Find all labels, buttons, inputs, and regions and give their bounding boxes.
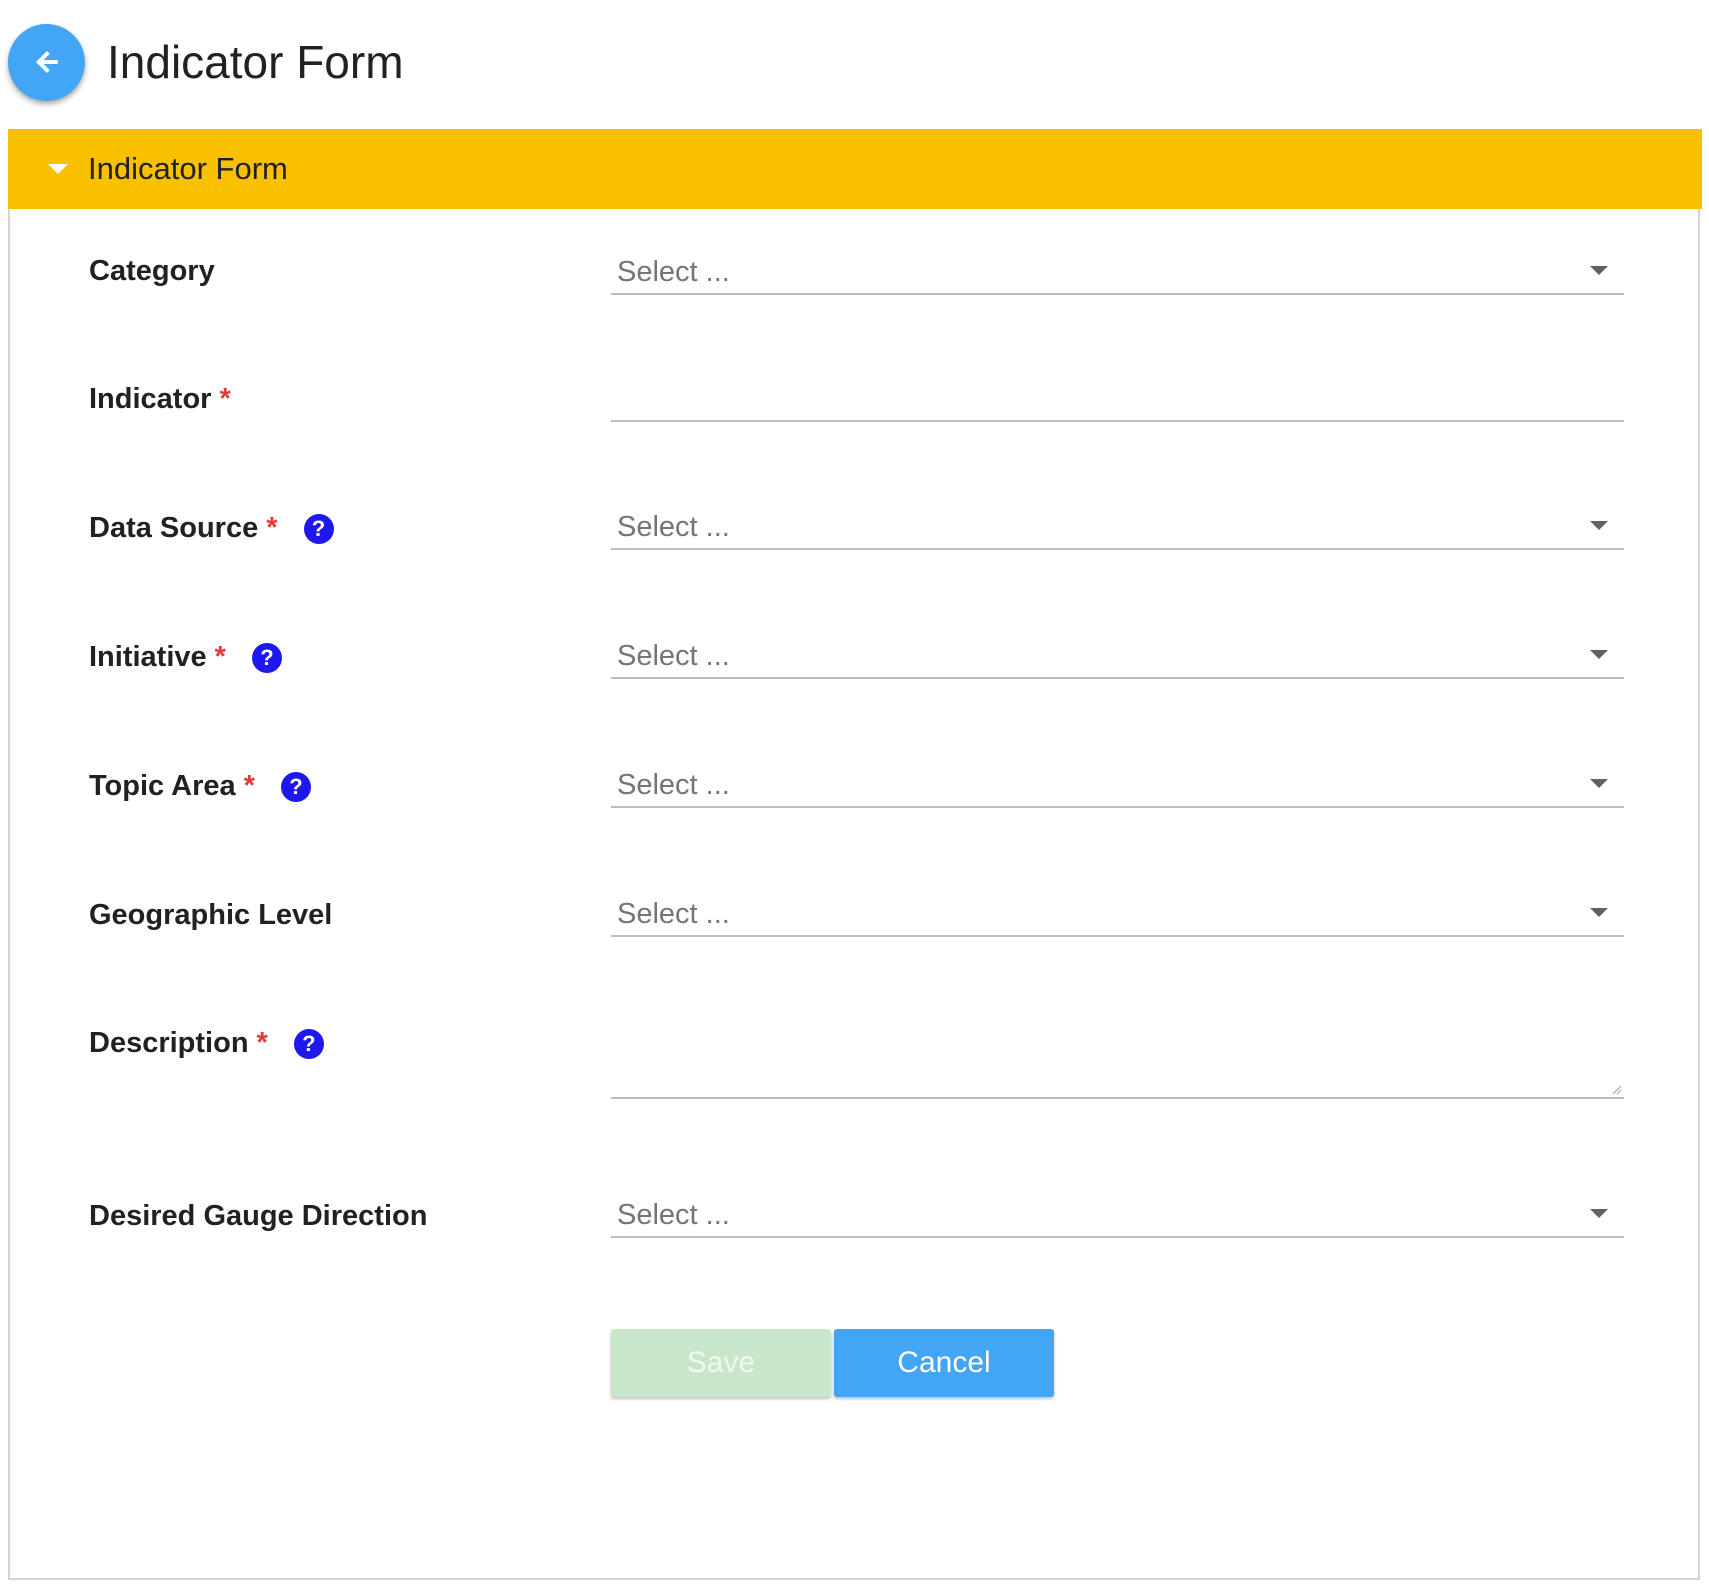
indicator-form-page: Indicator Form Indicator Form Category S…: [0, 0, 1709, 1588]
chevron-down-icon: [1590, 521, 1608, 530]
cancel-button[interactable]: Cancel: [834, 1329, 1054, 1397]
initiative-select[interactable]: Select ...: [611, 621, 1624, 679]
gauge-direction-select-placeholder: Select ...: [617, 1199, 730, 1231]
geographic-level-label-text: Geographic Level: [89, 899, 333, 931]
help-icon[interactable]: ?: [251, 642, 282, 673]
indicator-form-panel: Indicator Form Category Select ... Indic…: [8, 129, 1702, 1580]
description-label: Description * ?: [89, 1027, 324, 1060]
description-label-text: Description: [89, 1027, 249, 1059]
resize-grip-icon[interactable]: [1612, 1085, 1622, 1095]
page-header: Indicator Form: [8, 22, 404, 102]
data-source-label-text: Data Source: [89, 512, 259, 544]
gauge-direction-label: Desired Gauge Direction: [89, 1200, 427, 1233]
indicator-field[interactable]: [611, 364, 1628, 422]
description-textarea[interactable]: [611, 989, 1628, 1101]
data-source-select-placeholder: Select ...: [617, 511, 730, 543]
required-mark: *: [214, 641, 226, 673]
save-button[interactable]: Save: [611, 1329, 831, 1397]
indicator-label: Indicator *: [89, 383, 231, 416]
required-mark: *: [219, 383, 231, 415]
data-source-select[interactable]: Select ...: [611, 492, 1624, 550]
chevron-down-icon: [1590, 650, 1608, 659]
required-mark: *: [243, 770, 255, 802]
chevron-down-icon: [1590, 779, 1608, 788]
panel-title: Indicator Form: [88, 151, 288, 186]
gauge-direction-select[interactable]: Select ...: [611, 1180, 1624, 1238]
geographic-level-label: Geographic Level: [89, 899, 332, 932]
required-mark: *: [266, 512, 278, 544]
initiative-label: Initiative * ?: [89, 641, 282, 674]
initiative-select-placeholder: Select ...: [617, 640, 730, 672]
chevron-down-icon: [1590, 266, 1608, 275]
category-label-text: Category: [89, 255, 215, 287]
topic-area-label: Topic Area * ?: [89, 770, 311, 803]
category-select[interactable]: Select ...: [611, 237, 1624, 295]
caret-down-icon: [48, 164, 68, 174]
back-button[interactable]: [8, 23, 85, 101]
help-icon[interactable]: ?: [293, 1028, 324, 1059]
indicator-input[interactable]: [611, 368, 1628, 420]
geographic-level-select[interactable]: Select ...: [611, 879, 1624, 937]
category-select-placeholder: Select ...: [617, 256, 730, 288]
topic-area-label-text: Topic Area: [89, 770, 236, 802]
initiative-label-text: Initiative: [89, 641, 207, 673]
chevron-down-icon: [1590, 1209, 1608, 1218]
indicator-label-text: Indicator: [89, 383, 212, 415]
arrow-left-icon: [35, 50, 58, 74]
chevron-down-icon: [1590, 908, 1608, 917]
data-source-label: Data Source * ?: [89, 512, 334, 545]
help-icon[interactable]: ?: [303, 513, 334, 544]
category-label: Category: [89, 255, 215, 288]
page-title: Indicator Form: [107, 36, 404, 88]
required-mark: *: [256, 1027, 268, 1059]
topic-area-select[interactable]: Select ...: [611, 750, 1624, 808]
panel-header[interactable]: Indicator Form: [8, 129, 1702, 209]
help-icon[interactable]: ?: [280, 771, 311, 802]
gauge-direction-label-text: Desired Gauge Direction: [89, 1200, 428, 1232]
geographic-level-select-placeholder: Select ...: [617, 898, 730, 930]
topic-area-select-placeholder: Select ...: [617, 769, 730, 801]
description-field[interactable]: [611, 989, 1628, 1101]
